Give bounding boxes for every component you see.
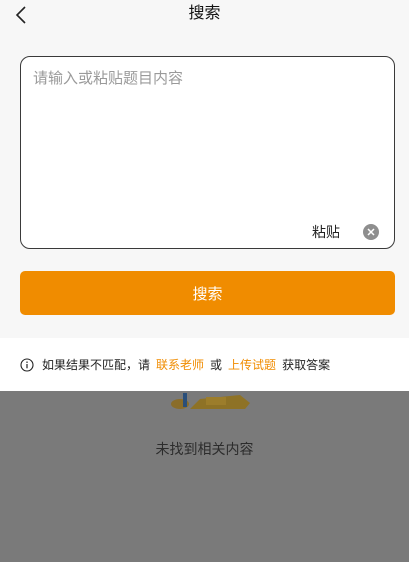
modal-overlay[interactable]: 未找到相关内容 [0,391,409,562]
empty-illustration [171,393,250,409]
page-title: 搜索 [188,3,221,22]
notice-bar: 如果结果不匹配，请 联系老师 或 上传试题 获取答案 [0,338,409,391]
search-button[interactable]: 搜索 [20,271,395,315]
info-icon [20,357,34,372]
nav-bar: 搜索 [0,0,409,36]
paste-button[interactable]: 粘贴 [312,222,340,242]
clear-icon [367,228,375,236]
search-input[interactable] [33,67,383,217]
notice-or: 或 [210,358,223,372]
contact-teacher-link[interactable]: 联系老师 [156,356,204,373]
upload-question-link[interactable]: 上传试题 [228,356,276,373]
empty-result-text: 未找到相关内容 [155,442,254,458]
clear-button[interactable] [363,224,379,240]
search-box: 粘贴 [20,56,395,249]
notice-suffix: 获取答案 [282,358,331,372]
notice-prefix: 如果结果不匹配，请 [42,358,151,372]
